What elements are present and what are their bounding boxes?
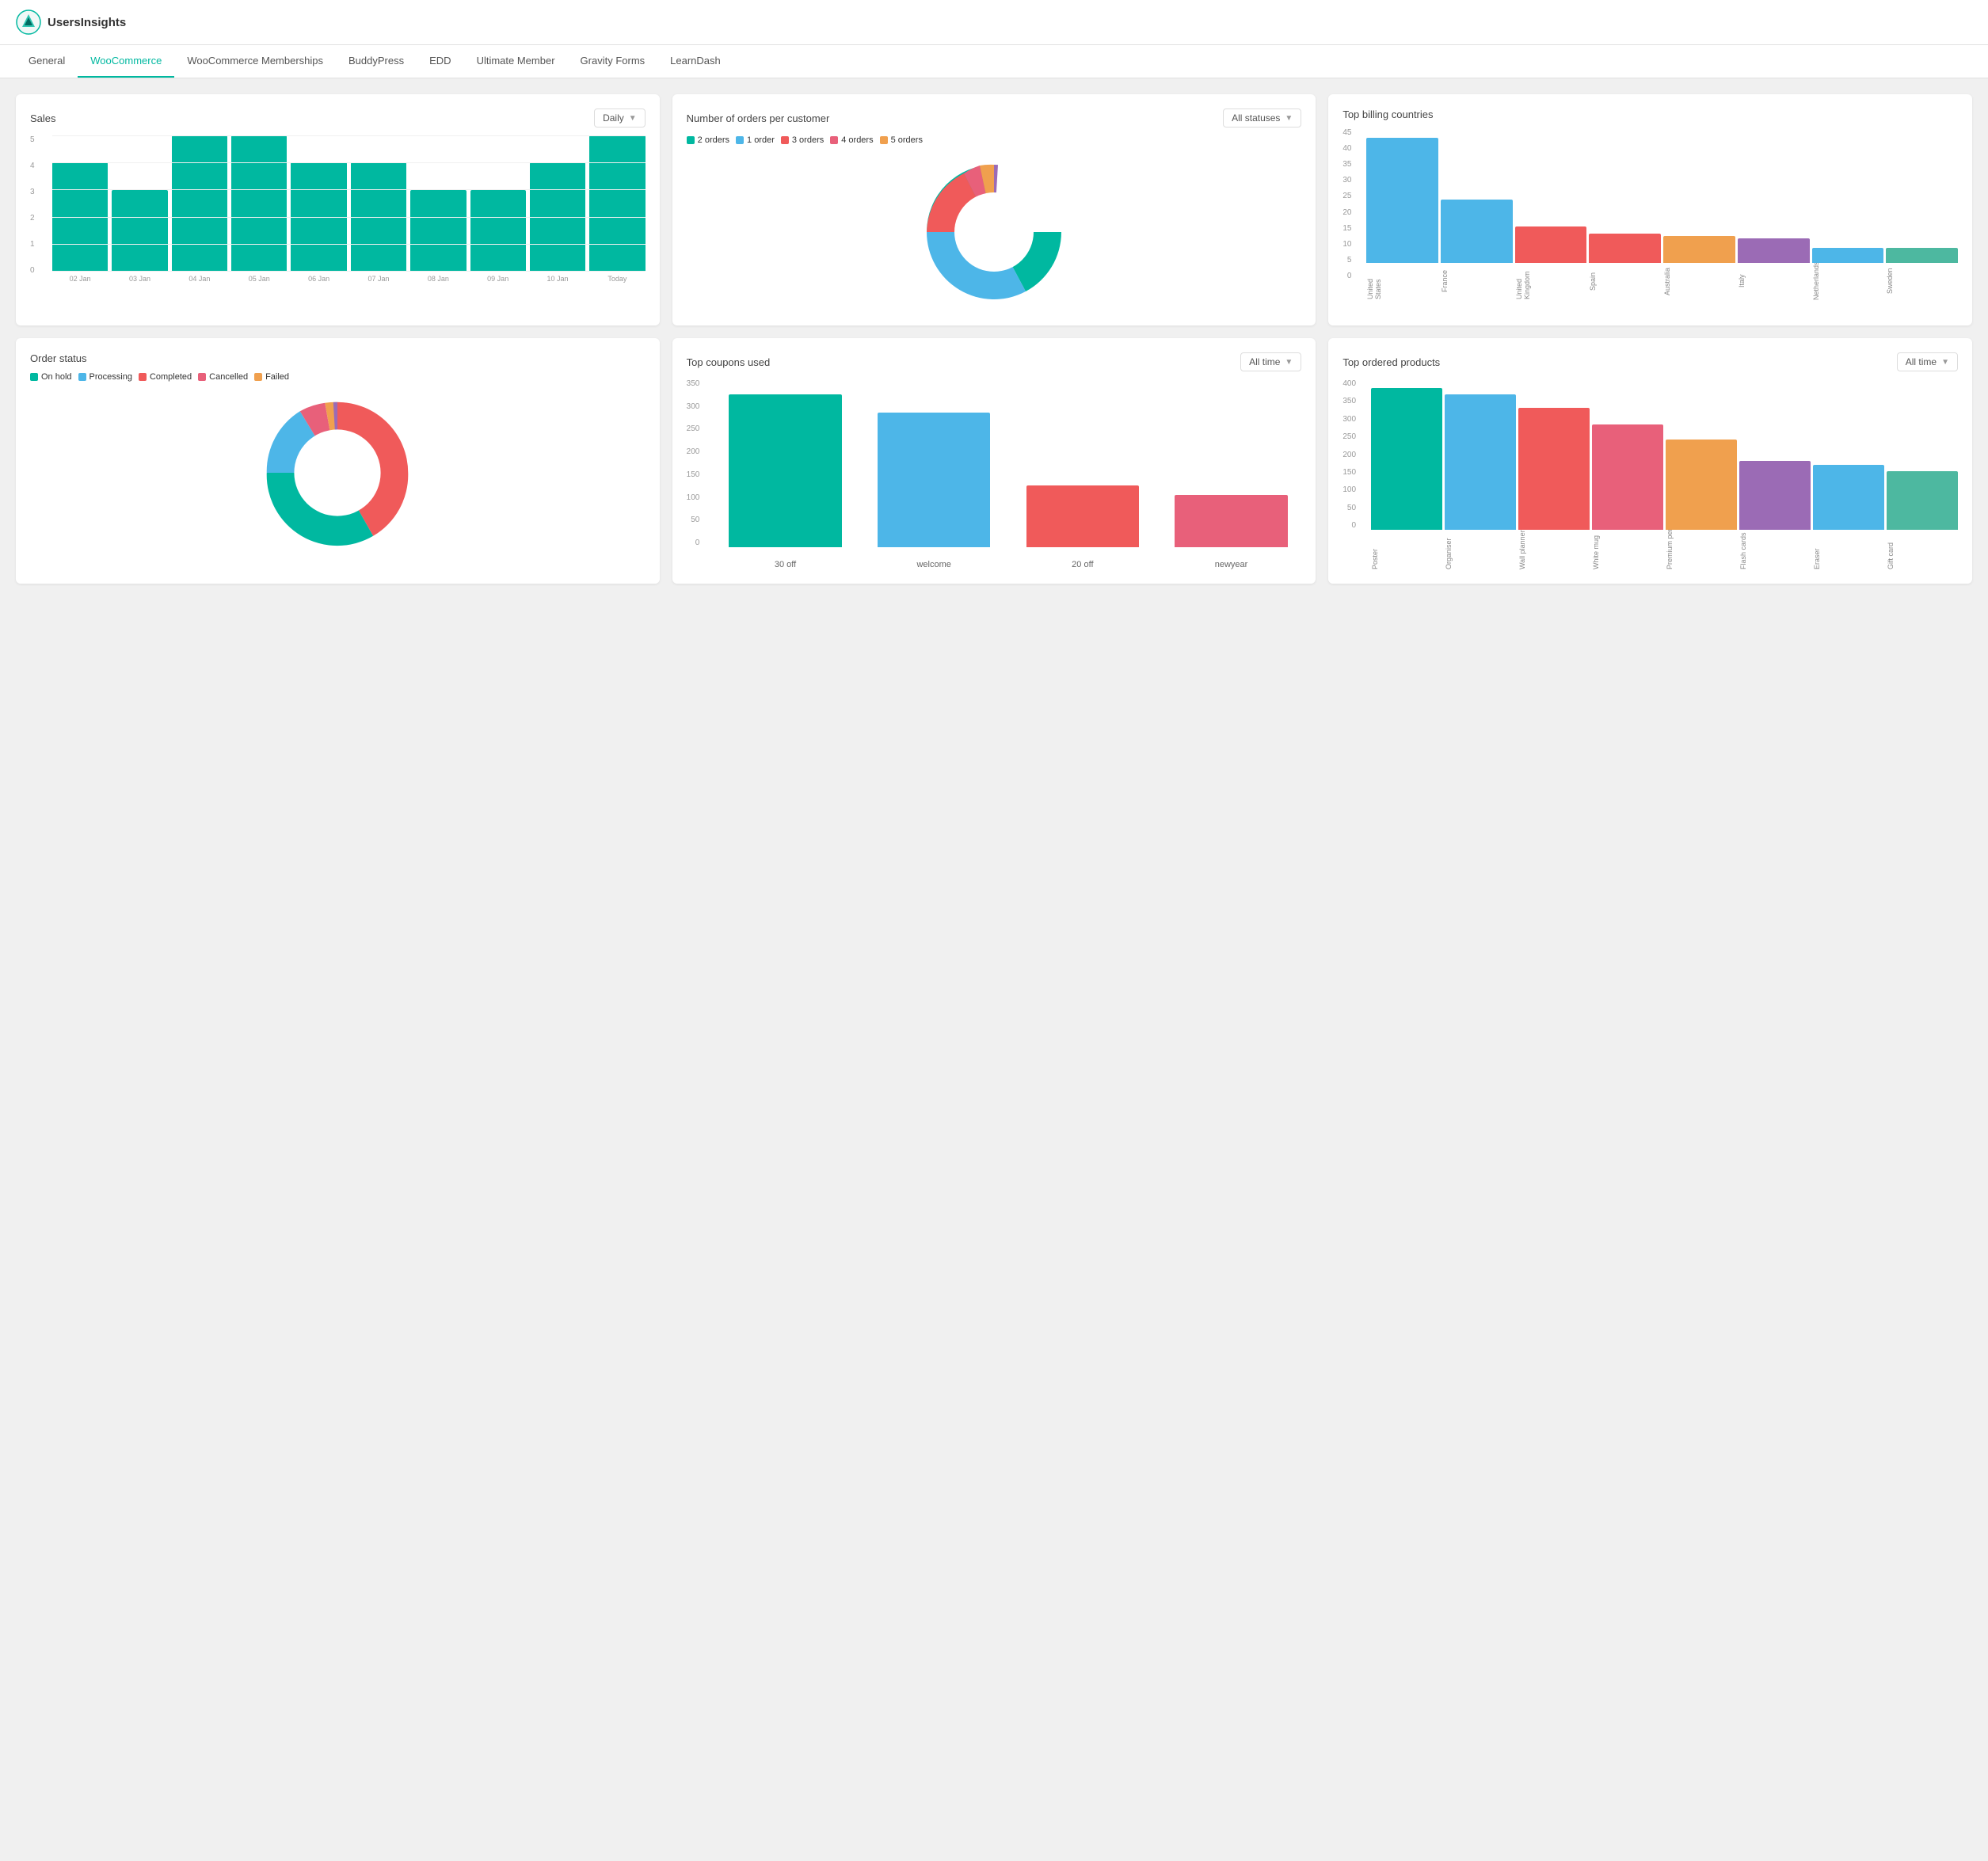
bar-france — [1441, 200, 1513, 263]
bar-today — [589, 135, 645, 272]
sales-title: Sales — [30, 112, 56, 124]
legend-2orders: 2 orders — [687, 135, 729, 145]
bar-premium-pens — [1666, 440, 1737, 530]
coupon-labels: 30 off welcome 20 off newyear — [715, 560, 1302, 569]
top-billing-countries-card: Top billing countries 45 40 35 30 25 20 … — [1328, 94, 1972, 325]
bar-italy — [1738, 238, 1810, 263]
x-labels: 02 Jan 03 Jan 04 Jan 05 Jan 06 Jan 07 Ja… — [52, 275, 646, 294]
country-labels: United States France United Kingdom Spai… — [1366, 263, 1958, 303]
coupon-bar-welcome — [863, 379, 1004, 547]
dashboard: Sales Daily ▼ 5 4 3 2 1 0 — [0, 78, 1988, 599]
bar-wall-planner — [1518, 408, 1590, 530]
header: UsersInsights General WooCommerce WooCom… — [0, 0, 1988, 78]
legend-completed: Completed — [139, 372, 192, 382]
chevron-down-icon: ▼ — [1941, 358, 1949, 367]
bar-sweden — [1886, 248, 1958, 263]
label-20off: 20 off — [1012, 560, 1153, 569]
bar-08jan — [410, 190, 466, 272]
sales-card: Sales Daily ▼ 5 4 3 2 1 0 — [16, 94, 660, 325]
bar-05jan — [231, 135, 287, 272]
chevron-down-icon: ▼ — [1285, 114, 1293, 123]
orders-legend: 2 orders 1 order 3 orders 4 orders 5 ord… — [687, 135, 1302, 145]
bar-eraser — [1813, 465, 1884, 530]
nav-edd[interactable]: EDD — [417, 45, 463, 78]
legend-failed: Failed — [254, 372, 289, 382]
main-nav: General WooCommerce WooCommerce Membersh… — [0, 45, 1988, 78]
top-products-dropdown[interactable]: All time ▼ — [1897, 352, 1958, 371]
bar-organiser — [1445, 394, 1516, 530]
coupon-bars — [715, 379, 1302, 547]
countries-chart: 45 40 35 30 25 20 15 10 5 0 — [1342, 128, 1958, 303]
nav-ultimate-member[interactable]: Ultimate Member — [464, 45, 568, 78]
products-chart: 400 350 300 250 200 150 100 50 0 — [1342, 379, 1958, 569]
orders-per-customer-card: Number of orders per customer All status… — [672, 94, 1316, 325]
coupon-bar-30off — [715, 379, 856, 547]
bar-07jan — [351, 162, 406, 272]
legend-5orders: 5 orders — [880, 135, 923, 145]
legend-4orders: 4 orders — [830, 135, 873, 145]
chevron-down-icon: ▼ — [1285, 358, 1293, 367]
app-logo: UsersInsights — [16, 10, 126, 35]
coupons-chart: 350 300 250 200 150 100 50 0 — [687, 379, 1302, 569]
nav-general[interactable]: General — [16, 45, 78, 78]
bar-netherlands — [1812, 248, 1884, 263]
sales-bars — [52, 135, 646, 272]
legend-1order: 1 order — [736, 135, 775, 145]
product-labels: Poster Organiser Wall planner White mug … — [1371, 530, 1958, 569]
coupon-bar-newyear — [1161, 379, 1302, 547]
bar-flash-cards — [1739, 461, 1811, 530]
bar-us — [1366, 138, 1438, 263]
bar-white-mug — [1592, 424, 1663, 530]
bar-09jan — [470, 190, 526, 272]
bar-02jan — [52, 162, 108, 272]
legend-onhold: On hold — [30, 372, 72, 382]
order-status-title: Order status — [30, 352, 87, 364]
sales-chart: 5 4 3 2 1 0 — [30, 135, 646, 294]
bar-uk — [1515, 226, 1587, 263]
top-coupons-dropdown[interactable]: All time ▼ — [1240, 352, 1301, 371]
nav-learndash[interactable]: LearnDash — [657, 45, 733, 78]
order-status-card: Order status On hold Processing Complete… — [16, 338, 660, 584]
donut-chart-container — [687, 153, 1302, 311]
bar-10jan — [530, 162, 585, 272]
product-bars — [1371, 379, 1958, 530]
top-coupons-card: Top coupons used All time ▼ 350 300 250 … — [672, 338, 1316, 584]
legend-cancelled: Cancelled — [198, 372, 248, 382]
bar-australia — [1663, 236, 1735, 263]
top-products-card: Top ordered products All time ▼ 400 350 … — [1328, 338, 1972, 584]
nav-gravity-forms[interactable]: Gravity Forms — [568, 45, 658, 78]
nav-buddypress[interactable]: BuddyPress — [336, 45, 417, 78]
top-coupons-title: Top coupons used — [687, 356, 771, 368]
legend-3orders: 3 orders — [781, 135, 824, 145]
coupon-bar-20off — [1012, 379, 1153, 547]
bar-06jan — [291, 162, 346, 272]
sales-dropdown[interactable]: Daily ▼ — [594, 108, 646, 127]
bar-03jan — [112, 190, 167, 272]
chevron-down-icon: ▼ — [629, 114, 637, 123]
nav-woocommerce-memberships[interactable]: WooCommerce Memberships — [174, 45, 336, 78]
top-products-title: Top ordered products — [1342, 356, 1440, 368]
y-axis: 5 4 3 2 1 0 — [30, 135, 38, 275]
bar-spain — [1589, 234, 1661, 263]
bar-gift-card — [1887, 471, 1958, 530]
order-status-donut — [254, 390, 421, 556]
legend-processing: Processing — [78, 372, 132, 382]
order-status-legend: On hold Processing Completed Cancelled F… — [30, 372, 646, 382]
bar-04jan — [172, 135, 227, 272]
top-billing-title: Top billing countries — [1342, 108, 1433, 120]
order-status-donut-container — [30, 390, 646, 556]
orders-per-customer-dropdown[interactable]: All statuses ▼ — [1223, 108, 1301, 127]
bar-poster — [1371, 388, 1442, 530]
app-name: UsersInsights — [48, 16, 126, 29]
orders-per-customer-title: Number of orders per customer — [687, 112, 830, 124]
donut-chart — [915, 153, 1073, 311]
nav-woocommerce[interactable]: WooCommerce — [78, 45, 174, 78]
country-bars — [1366, 128, 1958, 263]
